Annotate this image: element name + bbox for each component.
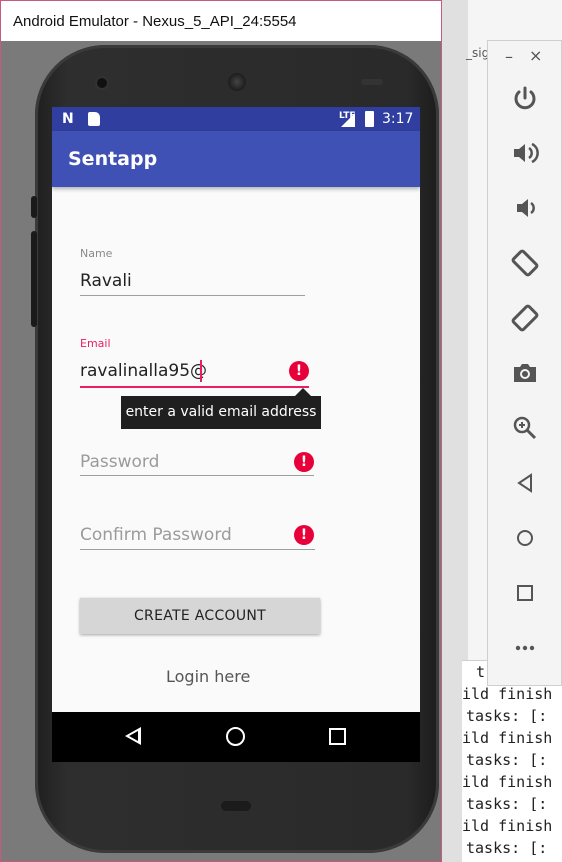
create-account-button[interactable]: CREATE ACCOUNT — [80, 598, 320, 634]
proximity-sensor — [361, 79, 383, 85]
front-camera — [97, 78, 107, 88]
phone-screen: N LTE 3:17 Sentapp Name Ravali Email rav… — [52, 107, 420, 762]
nav-recents-icon[interactable] — [329, 728, 346, 745]
more-icon[interactable] — [510, 633, 540, 663]
zoom-icon[interactable] — [510, 413, 540, 443]
rotate-right-icon[interactable] — [510, 303, 540, 333]
app-title: Sentapp — [68, 148, 158, 170]
confirm-password-underline — [80, 549, 315, 550]
ide-tab-fragment[interactable]: _sig — [466, 46, 489, 60]
emulator-title: Android Emulator - Nexus_5_API_24:5554 — [13, 13, 297, 30]
volume-up-icon[interactable] — [510, 138, 540, 168]
text-cursor — [200, 360, 202, 382]
name-underline — [80, 295, 305, 296]
console-line: ild finish — [462, 773, 553, 791]
lte-label: LTE — [339, 111, 356, 121]
name-field[interactable]: Ravali — [80, 271, 132, 291]
home-icon[interactable] — [510, 523, 540, 553]
volume-down-icon[interactable] — [510, 193, 540, 223]
nav-back-icon-inner — [129, 731, 138, 741]
phone-side-button — [31, 231, 37, 327]
nav-home-icon[interactable] — [226, 727, 245, 746]
password-error-icon[interactable]: ! — [294, 452, 314, 472]
app-bar: Sentapp — [52, 131, 420, 187]
name-label: Name — [80, 247, 113, 260]
emulator-side-toolbar: – × — [487, 40, 562, 686]
console-line: ild finish — [462, 729, 553, 747]
tooltip-arrow — [295, 388, 311, 396]
status-bar: N LTE 3:17 — [52, 107, 420, 131]
console-line: tasks: [: — [466, 839, 548, 857]
phone-side-button — [31, 196, 37, 218]
console-line: ild finish — [462, 685, 553, 703]
earpiece-speaker — [228, 73, 246, 91]
email-error-tooltip: enter a valid email address — [121, 396, 321, 429]
email-label: Email — [80, 337, 111, 350]
password-underline — [80, 475, 314, 476]
console-line: tasks: [: — [466, 707, 548, 725]
console-line: t — [476, 663, 486, 681]
email-field[interactable]: ravalinalla95@ — [80, 361, 207, 381]
sd-card-icon — [88, 112, 100, 126]
navigation-bar — [52, 712, 420, 762]
emulator-titlebar[interactable]: Android Emulator - Nexus_5_API_24:5554 — [1, 1, 441, 41]
emulator-window: Android Emulator - Nexus_5_API_24:5554 N… — [0, 0, 442, 862]
battery-icon — [365, 111, 374, 127]
console-line: tasks: [: — [466, 751, 548, 769]
close-icon[interactable]: × — [529, 46, 542, 65]
camera-icon[interactable] — [510, 358, 540, 388]
ide-console: t ild finish tasks: [: ild finish tasks:… — [462, 660, 562, 862]
power-icon[interactable] — [510, 83, 540, 113]
console-line: ild finish — [462, 817, 553, 835]
email-error-icon[interactable]: ! — [289, 361, 309, 381]
confirm-password-error-icon[interactable]: ! — [294, 525, 314, 545]
login-link[interactable]: Login here — [166, 667, 250, 686]
confirm-password-field[interactable]: Confirm Password — [80, 525, 232, 545]
email-underline — [80, 386, 309, 388]
overview-icon[interactable] — [510, 578, 540, 608]
console-line: tasks: [: — [466, 795, 548, 813]
back-icon[interactable] — [510, 468, 540, 498]
bottom-speaker — [221, 801, 251, 811]
notification-n-icon: N — [62, 111, 74, 127]
rotate-left-icon[interactable] — [510, 248, 540, 278]
status-time: 3:17 — [382, 111, 414, 127]
minimize-icon[interactable]: – — [505, 47, 513, 66]
password-field[interactable]: Password — [80, 452, 159, 472]
